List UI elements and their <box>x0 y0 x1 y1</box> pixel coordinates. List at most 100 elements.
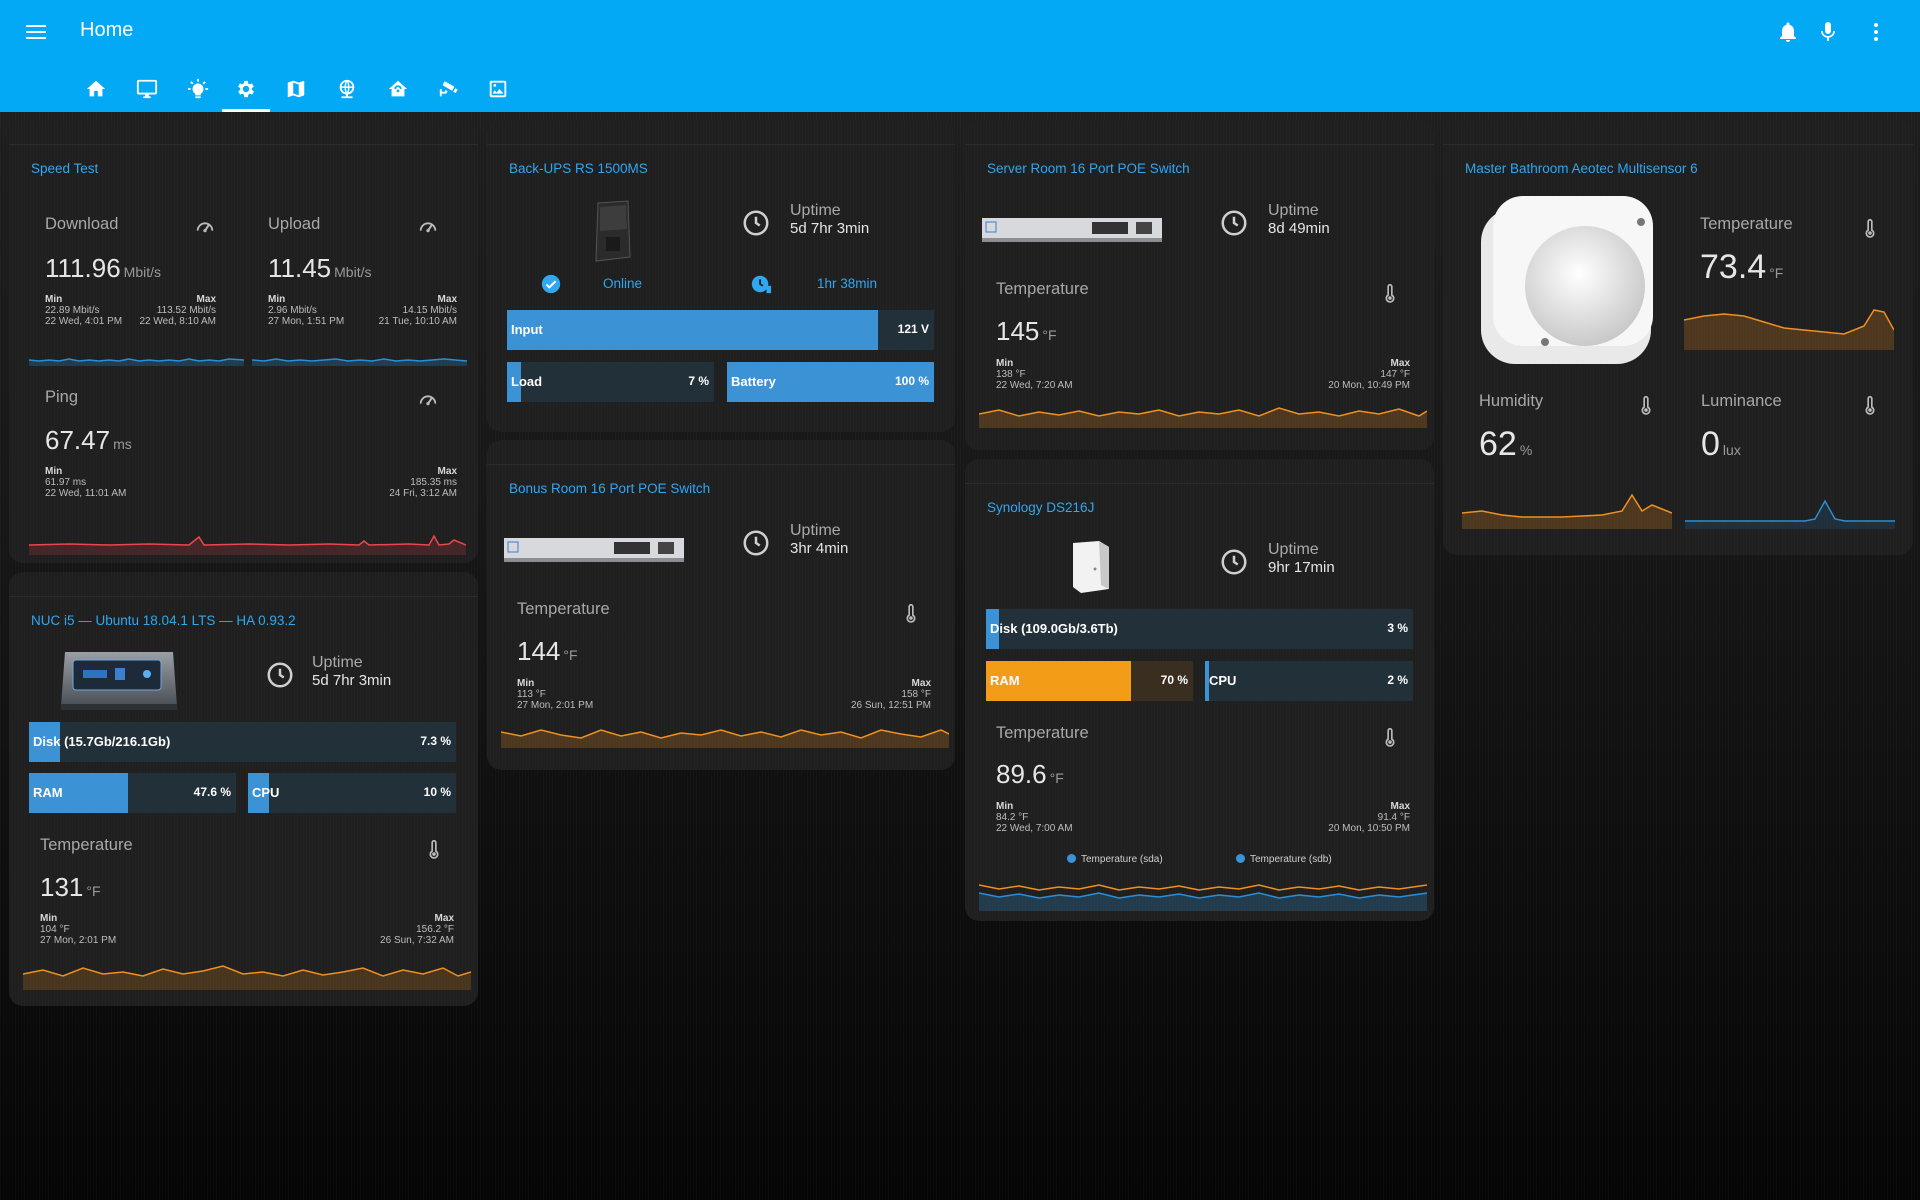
luminance-value: 0 lux <box>1701 425 1741 463</box>
speedometer-icon <box>419 222 437 233</box>
temperature-label: Temperature <box>40 836 133 854</box>
ups-runtime: 1hr 38min <box>817 276 878 291</box>
download-min: Min 22.89 Mbit/s 22 Wed, 4:01 PM <box>45 294 123 327</box>
luminance-sparkline <box>1685 499 1895 529</box>
thermometer-icon <box>1641 395 1651 415</box>
uptime-value: 5d 7hr 3min <box>312 672 392 689</box>
monitor-icon[interactable] <box>123 66 171 112</box>
ram-bar: RAM 47.6 % <box>29 773 236 813</box>
switch-device-image <box>504 538 684 562</box>
nas-device-image <box>1073 541 1109 593</box>
disk-bar: Disk (15.7Gb/216.1Gb) 7.3 % <box>29 722 456 762</box>
more-vert-icon[interactable] <box>1864 20 1888 44</box>
ping-value: 67.47 ms <box>45 425 132 455</box>
nuc-card: NUC i5 — Ubuntu 18.04.1 LTS — HA 0.93.2 … <box>9 572 478 1006</box>
thermometer-icon <box>1385 283 1395 303</box>
menu-icon[interactable] <box>24 20 48 44</box>
legend-dot <box>1236 854 1245 863</box>
clock-icon <box>1221 210 1247 236</box>
temperature-value: 145 °F <box>996 316 1057 346</box>
thermometer-icon <box>1865 395 1875 415</box>
download-sparkline <box>29 358 244 366</box>
ping-label: Ping <box>45 388 79 406</box>
temperature-max: Max 91.4 °F 20 Mon, 10:50 PM <box>1328 801 1410 834</box>
temperature-value: 89.6 °F <box>996 759 1064 789</box>
card-title[interactable]: Server Room 16 Port POE Switch <box>987 161 1190 176</box>
home-icon[interactable] <box>72 66 120 112</box>
thermometer-icon <box>429 839 439 859</box>
temperature-sparkline <box>1684 309 1894 350</box>
humidity-label: Humidity <box>1479 392 1544 410</box>
temperature-value: 144 °F <box>517 636 578 666</box>
ping-min: Min 61.97 ms 22 Wed, 11:01 AM <box>45 466 127 499</box>
temperature-sparkline <box>501 729 949 748</box>
legend-item[interactable]: Temperature (sdb) <box>1236 854 1332 865</box>
app-header: Home <box>0 0 1920 112</box>
temperature-sparkline <box>979 407 1427 428</box>
uptime-value: 3hr 4min <box>790 540 849 557</box>
bonus-switch-card: Bonus Room 16 Port POE Switch Uptime 3hr… <box>487 440 955 770</box>
uptime-value: 5d 7hr 3min <box>790 220 870 237</box>
ping-sparkline <box>29 534 466 555</box>
switch-device-image <box>982 218 1162 242</box>
cctv-icon[interactable] <box>425 66 473 112</box>
ups-status: Online <box>603 276 643 291</box>
temperature-max: Max 156.2 °F 26 Sun, 7:32 AM <box>380 913 454 946</box>
temperature-min: Min 113 °F 27 Mon, 2:01 PM <box>517 678 594 711</box>
upload-min: Min 2.96 Mbit/s 27 Mon, 1:51 PM <box>268 294 345 327</box>
download-value: 111.96 Mbit/s <box>45 253 162 283</box>
multisensor-device-image <box>1481 196 1653 364</box>
temperature-min: Min 84.2 °F 22 Wed, 7:00 AM <box>996 801 1073 834</box>
battery-clock-icon <box>751 275 772 294</box>
synology-card: Synology DS216J Uptime 9hr 17min Disk (1… <box>965 459 1434 921</box>
uptime-label: Uptime <box>790 522 841 539</box>
speedometer-icon <box>196 222 214 233</box>
thermometer-icon <box>1865 218 1875 238</box>
uptime-value: 9hr 17min <box>1268 559 1335 576</box>
thermometer-icon <box>906 603 916 623</box>
nuc-device-image <box>61 652 177 710</box>
speedometer-icon <box>419 395 437 406</box>
check-circle-icon <box>541 274 561 294</box>
temperature-value: 73.4 °F <box>1700 248 1784 286</box>
page-title: Home <box>80 19 134 41</box>
card-title[interactable]: Synology DS216J <box>987 500 1094 515</box>
luminance-label: Luminance <box>1701 392 1782 410</box>
temperature-label: Temperature <box>517 600 610 618</box>
temperature-label: Temperature <box>996 280 1089 298</box>
map-icon[interactable] <box>272 66 320 112</box>
card-title[interactable]: Speed Test <box>31 161 98 176</box>
humidity-value: 62% <box>1479 425 1533 463</box>
card-title[interactable]: NUC i5 — Ubuntu 18.04.1 LTS — HA 0.93.2 <box>31 613 296 628</box>
uptime-label: Uptime <box>1268 541 1319 558</box>
download-max: Max 113.52 Mbit/s 22 Wed, 8:10 AM <box>139 294 216 327</box>
disk-bar: Disk (109.0Gb/3.6Tb) 3 % <box>986 609 1413 649</box>
speedtest-card: Speed Test Download 111.96 Mbit/s Min 22.8… <box>9 120 478 563</box>
thermometer-icon <box>1385 727 1395 747</box>
temperature-sparkline <box>23 965 471 990</box>
temperature-max: Max 147 °F 20 Mon, 10:49 PM <box>1328 358 1410 391</box>
upload-sparkline <box>252 358 467 366</box>
ups-device-image <box>595 200 631 262</box>
multisensor-card: Master Bathroom Aeotec Multisensor 6 Tem… <box>1443 120 1913 555</box>
card-title[interactable]: Bonus Room 16 Port POE Switch <box>509 481 710 496</box>
microphone-icon[interactable] <box>1816 20 1840 44</box>
image-icon[interactable] <box>474 66 522 112</box>
ups-card: Back-UPS RS 1500MS Uptime 5d 7hr 3min On… <box>487 120 955 432</box>
settings-icon[interactable] <box>222 66 270 112</box>
upload-max: Max 14.15 Mbit/s 21 Tue, 10:10 AM <box>378 294 457 327</box>
temperature-min: Min 104 °F 27 Mon, 2:01 PM <box>40 913 117 946</box>
lightbulb-icon[interactable] <box>174 66 222 112</box>
uptime-value: 8d 49min <box>1268 220 1330 237</box>
bell-icon[interactable] <box>1776 20 1800 44</box>
network-icon[interactable] <box>323 66 371 112</box>
legend-item[interactable]: Temperature (sda) <box>1067 854 1163 865</box>
temperature-max: Max 158 °F 26 Sun, 12:51 PM <box>850 678 931 711</box>
input-bar: Input 121 V <box>507 310 934 350</box>
card-title[interactable]: Back-UPS RS 1500MS <box>509 161 648 176</box>
home-automation-icon[interactable] <box>374 66 422 112</box>
temperature-min: Min 138 °F 22 Wed, 7:20 AM <box>996 358 1073 391</box>
uptime-label: Uptime <box>1268 202 1319 219</box>
card-title[interactable]: Master Bathroom Aeotec Multisensor 6 <box>1465 161 1698 176</box>
uptime-label: Uptime <box>312 654 363 671</box>
